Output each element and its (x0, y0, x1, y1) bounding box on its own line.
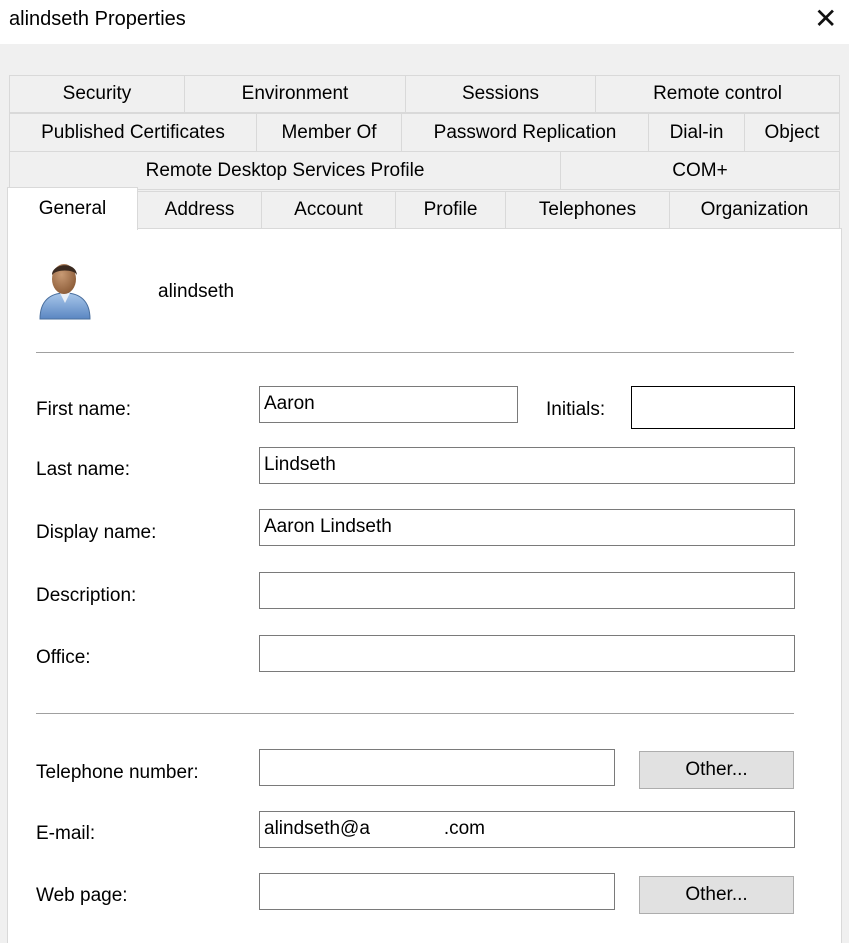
tab-remote-desktop-services-profile[interactable]: Remote Desktop Services Profile (9, 151, 561, 190)
tab-account[interactable]: Account (261, 191, 396, 229)
separator-top (36, 352, 794, 353)
email-field[interactable]: alindseth@a .com (259, 811, 795, 848)
tab-security[interactable]: Security (9, 75, 185, 113)
tab-sessions[interactable]: Sessions (405, 75, 596, 113)
tab-object[interactable]: Object (744, 113, 840, 152)
tab-organization[interactable]: Organization (669, 191, 840, 229)
telephone-other-button[interactable]: Other... (639, 751, 794, 789)
close-icon[interactable]: ✕ (814, 4, 837, 34)
description-field[interactable] (259, 572, 795, 609)
display-name-label: Display name: (36, 522, 157, 543)
initials-field[interactable] (631, 386, 795, 429)
first-name-field[interactable]: Aaron (259, 386, 518, 423)
tab-member-of[interactable]: Member Of (256, 113, 402, 152)
telephone-label: Telephone number: (36, 762, 199, 783)
initials-label: Initials: (546, 399, 606, 420)
web-page-label: Web page: (36, 885, 128, 906)
tab-profile[interactable]: Profile (395, 191, 506, 229)
tab-address[interactable]: Address (137, 191, 262, 229)
tab-general[interactable]: General (7, 187, 138, 230)
first-name-label: First name: (36, 399, 132, 420)
web-page-field[interactable] (259, 873, 615, 910)
tab-remote-control[interactable]: Remote control (595, 75, 840, 113)
tab-com-plus[interactable]: COM+ (560, 151, 840, 190)
last-name-field[interactable]: Lindseth (259, 447, 795, 484)
email-label: E-mail: (36, 823, 96, 844)
telephone-field[interactable] (259, 749, 615, 786)
office-label: Office: (36, 647, 91, 668)
tab-environment[interactable]: Environment (184, 75, 406, 113)
tab-telephones[interactable]: Telephones (505, 191, 670, 229)
last-name-label: Last name: (36, 459, 130, 480)
web-page-other-button[interactable]: Other... (639, 876, 794, 914)
account-name: alindseth (158, 281, 235, 302)
tab-password-replication[interactable]: Password Replication (401, 113, 649, 152)
office-field[interactable] (259, 635, 795, 672)
separator-bottom (36, 713, 794, 714)
tab-dial-in[interactable]: Dial-in (648, 113, 745, 152)
tab-published-certificates[interactable]: Published Certificates (9, 113, 257, 152)
window-title: alindseth Properties (9, 8, 186, 30)
user-icon (39, 264, 91, 320)
title-bar: alindseth Properties ✕ (0, 0, 849, 44)
display-name-field[interactable]: Aaron Lindseth (259, 509, 795, 546)
description-label: Description: (36, 585, 137, 606)
